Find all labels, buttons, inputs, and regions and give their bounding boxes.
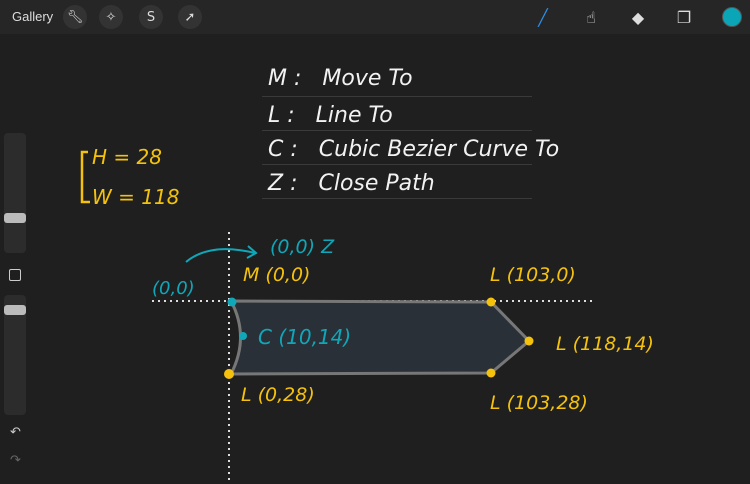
close-label: (0,0) Z [270, 236, 335, 258]
origin-label: (0,0) [152, 278, 195, 299]
point-l1 [486, 297, 496, 307]
label-m: M (0,0) [243, 264, 311, 286]
point-l3 [486, 368, 496, 378]
label-c: C (10,14) [258, 325, 352, 349]
point-l2 [524, 336, 534, 346]
curved-arrow [185, 248, 256, 263]
point-m [227, 297, 237, 307]
point-l4 [224, 369, 234, 379]
label-l3: L (103,28) [490, 392, 588, 414]
label-l4: L (0,28) [241, 384, 315, 406]
point-c [239, 332, 247, 340]
label-l1: L (103,0) [490, 264, 576, 286]
label-l2: L (118,14) [556, 333, 654, 355]
bracket [80, 150, 90, 204]
diagram-canvas [80, 150, 596, 480]
